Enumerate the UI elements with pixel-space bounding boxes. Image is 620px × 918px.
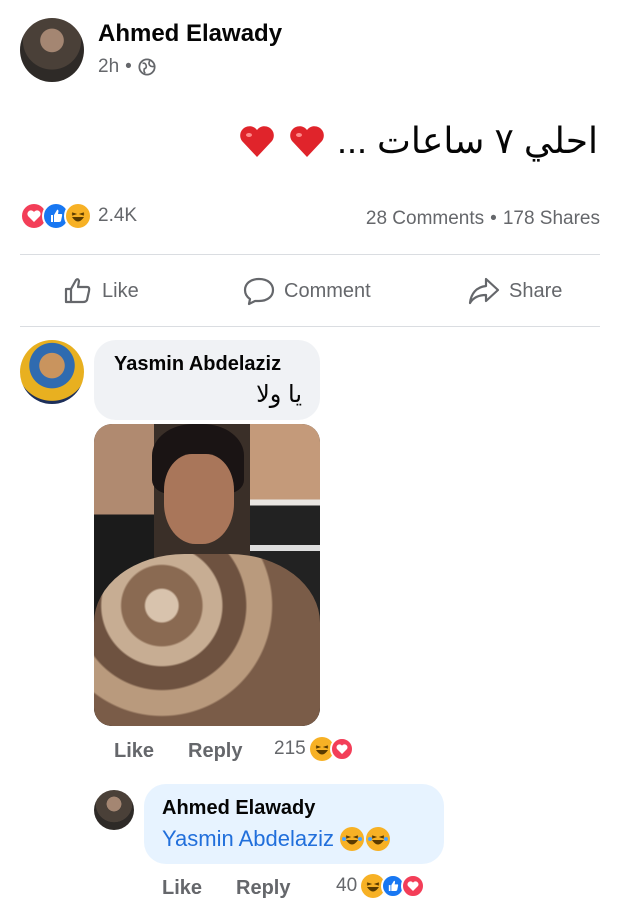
reply-like-button[interactable]: Like: [162, 877, 202, 900]
comment-reactions[interactable]: 215: [274, 737, 354, 761]
share-arrow-icon: [468, 277, 500, 305]
reply-reactions[interactable]: 40: [336, 874, 426, 898]
commenter-avatar[interactable]: [20, 340, 84, 404]
comment-like-button[interactable]: Like: [114, 740, 154, 763]
post-time[interactable]: 2h: [98, 56, 119, 78]
reply-text: Yasmin Abdelaziz: [162, 826, 391, 852]
reactions-summary[interactable]: 2.4K: [20, 202, 137, 230]
laughing-emoji-icon: [366, 827, 391, 851]
haha-icon: [64, 202, 92, 230]
like-label: Like: [102, 279, 139, 302]
thumbs-up-icon: [64, 278, 91, 304]
reply-author-avatar[interactable]: [94, 790, 134, 830]
author-avatar[interactable]: [20, 18, 84, 82]
photo-dress: [94, 554, 320, 726]
like-button[interactable]: Like: [62, 275, 139, 307]
comment-button[interactable]: Comment: [242, 275, 371, 307]
globe-icon: [138, 58, 156, 76]
divider: [20, 254, 600, 255]
stats-separator: •: [490, 208, 497, 229]
comment-bubble[interactable]: Yasmin Abdelaziz يا ولا: [94, 340, 320, 420]
heart-emoji-icon: [240, 126, 274, 157]
meta-separator: •: [125, 56, 132, 77]
post-author-name[interactable]: Ahmed Elawady: [98, 20, 282, 48]
comment-icon: [243, 277, 275, 306]
shares-count[interactable]: 178 Shares: [503, 208, 600, 230]
comment-photo[interactable]: [94, 424, 320, 726]
comment-label: Comment: [284, 279, 371, 302]
post-text: احلي ٧ ساعات ...: [336, 120, 598, 161]
comment-text: يا ولا: [256, 381, 302, 408]
heart-emoji-icon: [290, 126, 324, 157]
reply-reaction-count: 40: [336, 875, 358, 896]
divider: [20, 326, 600, 327]
share-label: Share: [509, 279, 563, 302]
laughing-emoji-icon: [340, 827, 365, 851]
reply-bubble[interactable]: Ahmed Elawady Yasmin Abdelaziz: [144, 784, 444, 864]
reply-reply-button[interactable]: Reply: [236, 877, 290, 900]
share-button[interactable]: Share: [467, 275, 562, 307]
reply-author[interactable]: Ahmed Elawady: [162, 797, 315, 820]
love-icon: [401, 874, 426, 898]
comment-reply-button[interactable]: Reply: [188, 740, 242, 763]
comment-reaction-count: 215: [274, 738, 306, 759]
engagement-counts: 28 Comments • 178 Shares: [366, 208, 600, 230]
post-text-row: احلي ٧ ساعات ...: [237, 120, 598, 162]
reactions-count[interactable]: 2.4K: [98, 205, 137, 227]
comments-count[interactable]: 28 Comments: [366, 208, 484, 230]
comment-author[interactable]: Yasmin Abdelaziz: [114, 353, 281, 376]
mention-link[interactable]: Yasmin Abdelaziz: [162, 826, 334, 852]
post-meta: 2h •: [98, 56, 156, 78]
love-icon: [329, 737, 354, 761]
photo-face: [164, 454, 234, 544]
